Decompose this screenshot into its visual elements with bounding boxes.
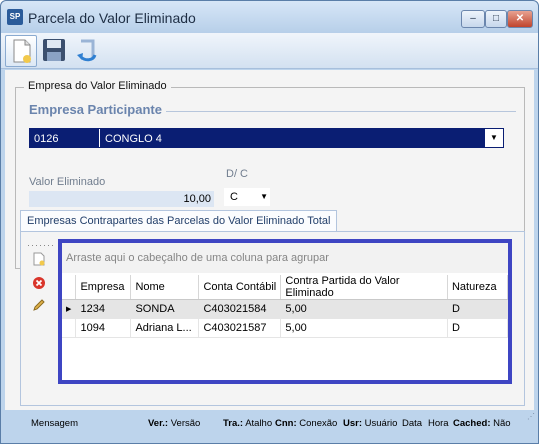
column-header-nome[interactable]: Nome xyxy=(130,275,200,300)
form-content: Empresa do Valor Eliminado Empresa Parti… xyxy=(5,70,534,410)
valor-eliminado-input[interactable]: 10,00 xyxy=(29,191,214,207)
status-version-value: Versão xyxy=(170,418,201,429)
status-cached-label: Cached: xyxy=(453,418,491,429)
title-bar[interactable]: SP Parcela do Valor Eliminado ‒ □ ✕ xyxy=(1,1,538,33)
add-row-button[interactable] xyxy=(32,252,46,266)
status-shortcut-label: Tra.: xyxy=(223,418,244,429)
cell-conta[interactable]: C403021584 xyxy=(198,299,282,319)
valor-eliminado-label: Valor Eliminado xyxy=(29,176,106,188)
chevron-down-icon[interactable]: ▼ xyxy=(485,129,503,147)
status-date: Data xyxy=(402,418,423,429)
new-document-button[interactable] xyxy=(5,35,37,67)
status-shortcut-value: Atalho xyxy=(245,418,273,429)
row-indicator xyxy=(62,318,77,338)
window-title: Parcela do Valor Eliminado xyxy=(28,10,196,26)
cell-contra-partida[interactable]: 5,00 xyxy=(280,318,448,338)
maximize-button[interactable]: □ xyxy=(485,10,507,28)
save-button[interactable] xyxy=(39,35,71,67)
column-header-contra-partida[interactable]: Contra Partida do Valor Eliminado xyxy=(280,275,448,300)
column-header-natureza[interactable]: Natureza xyxy=(447,275,509,300)
cell-nome[interactable]: SONDA xyxy=(130,299,200,319)
close-button[interactable]: ✕ xyxy=(507,10,533,28)
contrapartes-table: Empresa Nome Conta Contábil Contra Parti… xyxy=(62,275,509,338)
divider xyxy=(99,129,100,147)
new-document-icon xyxy=(13,39,31,63)
delete-icon xyxy=(33,277,45,289)
table-row[interactable]: ▶ 1234 SONDA C403021584 5,00 D xyxy=(62,299,509,319)
cell-conta[interactable]: C403021587 xyxy=(198,318,282,338)
cell-natureza[interactable]: D xyxy=(447,299,509,319)
empresa-participante-title: Empresa Participante xyxy=(29,102,168,117)
edit-row-button[interactable] xyxy=(32,298,46,312)
empresa-participante-select[interactable]: 0126 CONGLO 4 ▼ xyxy=(29,128,504,148)
status-user-value: Usuário xyxy=(364,418,398,429)
status-cached: Cached: Não xyxy=(453,418,511,429)
empresa-name: CONGLO 4 xyxy=(105,133,162,145)
status-connection-label: Cnn: xyxy=(275,418,297,429)
app-logo-icon: SP xyxy=(7,9,23,25)
group-by-hint[interactable]: Arraste aqui o cabeçalho de uma coluna p… xyxy=(62,243,508,273)
dc-select[interactable]: C ▼ xyxy=(224,188,270,206)
dc-label: D/ C xyxy=(226,168,248,180)
app-window: SP Parcela do Valor Eliminado ‒ □ ✕ Empr… xyxy=(0,0,539,444)
dc-value: C xyxy=(230,191,238,203)
undo-icon xyxy=(77,39,97,62)
status-bar: Mensagem Ver.: Versão Tra.: Atalho Cnn: … xyxy=(1,411,538,433)
status-user: Usr: Usuário xyxy=(343,418,397,429)
undo-button[interactable] xyxy=(73,35,105,67)
row-indicator-header xyxy=(62,275,77,300)
drag-handle[interactable]: ······· xyxy=(27,240,55,250)
status-cached-value: Não xyxy=(493,418,511,429)
new-row-icon xyxy=(33,252,45,266)
status-shortcut: Tra.: Atalho xyxy=(223,418,272,429)
contrapartes-grid[interactable]: Arraste aqui o cabeçalho de uma coluna p… xyxy=(58,239,512,384)
status-version: Ver.: Versão xyxy=(148,418,200,429)
status-connection: Cnn: Conexão xyxy=(275,418,337,429)
tab-panel: ······· Arraste aqui o cabeçalho de uma … xyxy=(20,231,525,406)
cell-empresa[interactable]: 1234 xyxy=(75,299,132,319)
row-indicator-icon: ▶ xyxy=(62,299,77,319)
status-connection-value: Conexão xyxy=(299,418,338,429)
column-header-conta-contabil[interactable]: Conta Contábil xyxy=(198,275,282,300)
cell-contra-partida[interactable]: 5,00 xyxy=(280,299,448,319)
minimize-button[interactable]: ‒ xyxy=(461,10,485,28)
group-title: Empresa do Valor Eliminado xyxy=(24,80,171,92)
status-version-label: Ver.: xyxy=(148,418,169,429)
empresa-code: 0126 xyxy=(34,133,59,145)
pencil-icon xyxy=(33,299,45,311)
cell-empresa[interactable]: 1094 xyxy=(75,318,132,338)
status-user-label: Usr: xyxy=(343,418,363,429)
table-row[interactable]: 1094 Adriana L... C403021587 5,00 D xyxy=(62,318,509,338)
column-header-empresa[interactable]: Empresa xyxy=(75,275,132,300)
save-icon xyxy=(43,39,65,61)
tab-empresas-contrapartes[interactable]: Empresas Contrapartes das Parcelas do Va… xyxy=(20,210,338,232)
chevron-down-icon[interactable]: ▼ xyxy=(260,188,268,206)
delete-row-button[interactable] xyxy=(32,276,46,290)
cell-nome[interactable]: Adriana L... xyxy=(130,318,200,338)
cell-natureza[interactable]: D xyxy=(447,318,509,338)
resize-grip-icon[interactable]: ⋰ xyxy=(527,412,535,421)
status-time: Hora xyxy=(428,418,449,429)
divider xyxy=(166,111,516,112)
toolbar xyxy=(1,33,538,69)
status-message: Mensagem xyxy=(31,418,78,429)
